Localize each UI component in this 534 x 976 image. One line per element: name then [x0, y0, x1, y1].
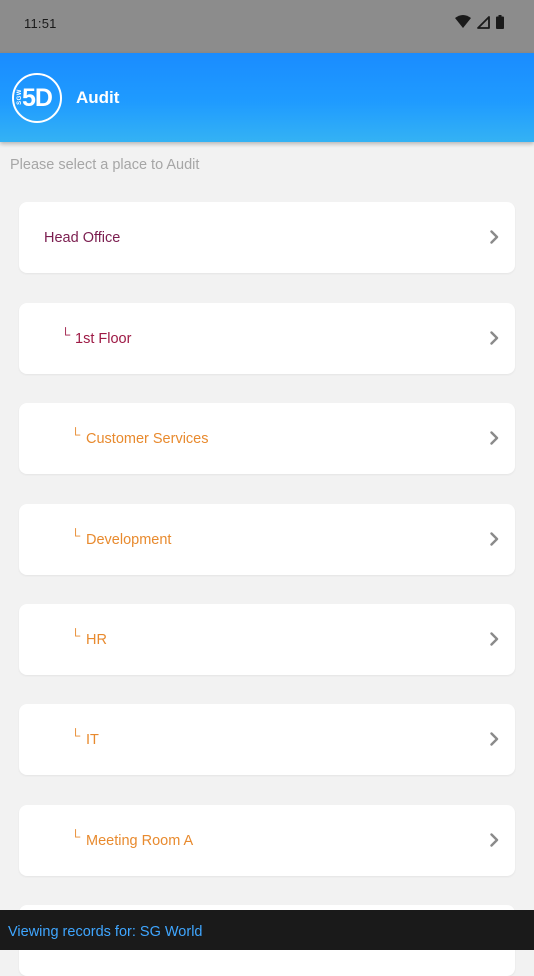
- chevron-right-icon: [490, 833, 499, 847]
- status-time: 11:51: [24, 16, 57, 31]
- place-item-head-office[interactable]: Head Office: [19, 202, 515, 273]
- place-item-label: IT: [86, 732, 99, 748]
- place-item-label: Development: [86, 532, 172, 548]
- place-item-label: Customer Services: [86, 431, 209, 447]
- hierarchy-indent-icon: └: [71, 528, 81, 543]
- chevron-right-icon: [490, 732, 499, 746]
- footer-bar: Viewing records for: SG World: [0, 910, 534, 950]
- hierarchy-indent-icon: └: [71, 427, 81, 442]
- chevron-right-icon: [490, 632, 499, 646]
- chevron-right-icon: [490, 532, 499, 546]
- place-item-hr[interactable]: └ HR: [19, 604, 515, 675]
- place-item-development[interactable]: └ Development: [19, 504, 515, 575]
- chevron-right-icon: [490, 331, 499, 345]
- place-item-customer-services[interactable]: └ Customer Services: [19, 403, 515, 474]
- place-item-label: Head Office: [44, 230, 121, 246]
- place-item-label: 1st Floor: [75, 331, 132, 347]
- hierarchy-indent-icon: └: [71, 829, 81, 844]
- place-item-meeting-room-a[interactable]: └ Meeting Room A: [19, 805, 515, 876]
- app-logo: SGW 5D: [12, 73, 62, 123]
- hierarchy-indent-icon: └: [61, 327, 71, 342]
- status-icons: [455, 15, 504, 29]
- app-bar: SGW 5D Audit: [0, 53, 534, 142]
- battery-icon: [496, 15, 504, 29]
- chevron-right-icon: [490, 230, 499, 244]
- cellular-signal-icon: [477, 15, 490, 29]
- viewing-records-label: Viewing records for: SG World: [8, 924, 203, 940]
- page-title: Audit: [76, 88, 120, 107]
- place-item-label: Meeting Room A: [86, 833, 194, 849]
- wifi-icon: [455, 15, 471, 28]
- hierarchy-indent-icon: └: [71, 628, 81, 643]
- logo-text: 5D: [22, 84, 53, 112]
- hierarchy-indent-icon: └: [71, 728, 81, 743]
- place-item-1st-floor[interactable]: └ 1st Floor: [19, 303, 515, 374]
- status-bar: 11:51: [0, 0, 534, 53]
- place-item-label: HR: [86, 632, 107, 648]
- place-item-it[interactable]: └ IT: [19, 704, 515, 775]
- chevron-right-icon: [490, 431, 499, 445]
- select-place-prompt: Please select a place to Audit: [10, 157, 200, 173]
